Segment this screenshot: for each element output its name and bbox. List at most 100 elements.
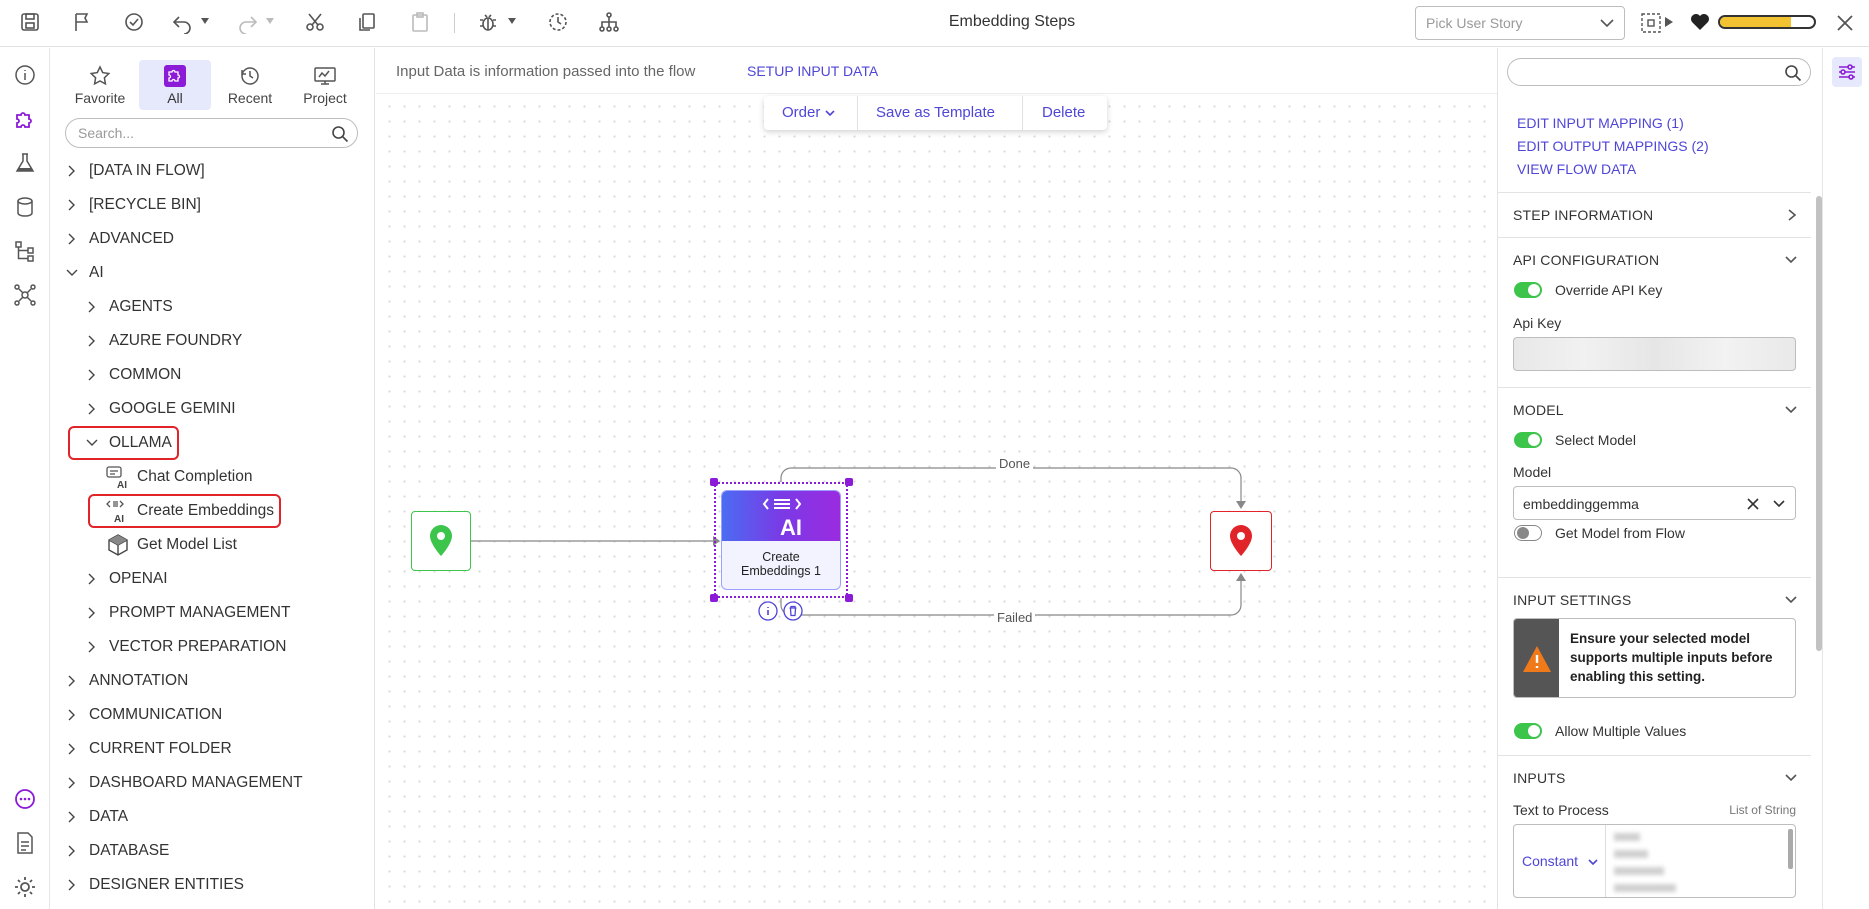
chevron-right-icon[interactable]: [65, 198, 79, 212]
tree-item[interactable]: VECTOR PREPARATION: [85, 630, 286, 664]
debug-icon[interactable]: [476, 10, 500, 34]
setup-input-data-link[interactable]: SETUP INPUT DATA: [747, 63, 878, 79]
copy-icon[interactable]: [355, 10, 379, 34]
save-as-template-button[interactable]: Save as Template: [876, 104, 995, 121]
info-icon[interactable]: [12, 62, 38, 88]
paste-icon[interactable]: [408, 10, 432, 34]
settings-gear-icon[interactable]: [12, 874, 38, 900]
network-icon[interactable]: [12, 282, 38, 308]
tree-item[interactable]: COMMON: [85, 358, 181, 392]
redo-caret-icon[interactable]: [266, 18, 274, 24]
edit-output-mappings-link[interactable]: EDIT OUTPUT MAPPINGS (2): [1517, 138, 1709, 154]
step-delete-icon[interactable]: [783, 601, 803, 621]
toolbox-search-input[interactable]: Search...: [65, 118, 358, 148]
flow-canvas[interactable]: Done Failed: [376, 48, 1497, 909]
chevron-right-icon[interactable]: [65, 708, 79, 722]
tab-project[interactable]: Project: [289, 60, 361, 110]
override-api-key-toggle[interactable]: [1514, 282, 1542, 298]
chevron-right-icon[interactable]: [85, 572, 99, 586]
tab-recent[interactable]: Recent: [214, 60, 286, 110]
tree-item[interactable]: DATABASE: [65, 834, 169, 868]
chevron-down-icon[interactable]: [1785, 774, 1797, 782]
chevron-right-icon[interactable]: [85, 640, 99, 654]
play-caret-icon[interactable]: [1665, 17, 1673, 27]
save-icon[interactable]: [18, 10, 42, 34]
tab-favorite[interactable]: Favorite: [64, 60, 136, 110]
step-information-section[interactable]: STEP INFORMATION: [1498, 192, 1811, 237]
allow-multiple-values-toggle[interactable]: [1514, 723, 1542, 739]
undo-caret-icon[interactable]: [201, 18, 209, 24]
tree-item[interactable]: AI: [65, 256, 104, 290]
toolbox-puzzle-icon[interactable]: [12, 106, 38, 132]
tree-item[interactable]: CURRENT FOLDER: [65, 732, 232, 766]
story-actions-icon[interactable]: [1640, 12, 1662, 34]
start-node[interactable]: [411, 511, 471, 571]
clear-icon[interactable]: [1747, 498, 1759, 510]
tree-item[interactable]: DESIGNER ENTITIES: [65, 868, 244, 902]
tree-item[interactable]: GOOGLE GEMINI: [85, 392, 236, 426]
chevron-right-icon[interactable]: [65, 844, 79, 858]
user-story-select[interactable]: Pick User Story: [1415, 6, 1625, 40]
tree-item[interactable]: DATA: [65, 800, 128, 834]
heart-icon[interactable]: [1690, 13, 1710, 31]
history-icon[interactable]: [546, 10, 570, 34]
tree-item[interactable]: AI Create Embeddings: [88, 494, 281, 528]
close-icon[interactable]: [1836, 14, 1854, 32]
debug-caret-icon[interactable]: [508, 18, 516, 24]
redo-icon[interactable]: [236, 10, 260, 34]
tree-item[interactable]: PROMPT MANAGEMENT: [85, 596, 290, 630]
chevron-right-icon[interactable]: [85, 334, 99, 348]
chevron-down-icon[interactable]: [1785, 406, 1797, 414]
api-key-input[interactable]: [1513, 337, 1796, 371]
chevron-right-icon[interactable]: [85, 606, 99, 620]
text-to-process-field[interactable]: Constant: [1513, 824, 1796, 898]
chevron-right-icon[interactable]: [65, 878, 79, 892]
cut-icon[interactable]: [303, 10, 327, 34]
chevron-down-icon[interactable]: [1773, 500, 1785, 508]
validate-icon[interactable]: [122, 10, 146, 34]
undo-icon[interactable]: [170, 10, 194, 34]
tree-item[interactable]: DASHBOARD MANAGEMENT: [65, 766, 303, 800]
chevron-down-icon[interactable]: [1785, 596, 1797, 604]
chevron-right-icon[interactable]: [65, 674, 79, 688]
chevron-right-icon[interactable]: [85, 402, 99, 416]
properties-search-input[interactable]: [1507, 58, 1811, 86]
flask-icon[interactable]: [12, 150, 38, 176]
order-button[interactable]: Order: [782, 104, 835, 121]
create-embeddings-step[interactable]: AI Create Embeddings 1: [721, 490, 841, 590]
chevron-right-icon[interactable]: [65, 232, 79, 246]
selection-handle[interactable]: [845, 594, 853, 602]
delete-button[interactable]: Delete: [1042, 104, 1085, 121]
chevron-right-icon[interactable]: [65, 742, 79, 756]
tree-item[interactable]: AZURE FOUNDRY: [85, 324, 242, 358]
model-select[interactable]: embeddinggemma: [1513, 486, 1796, 520]
tree-item[interactable]: OLLAMA: [68, 426, 179, 460]
get-model-from-flow-toggle[interactable]: [1514, 525, 1542, 541]
database-icon[interactable]: [12, 194, 38, 220]
selection-handle[interactable]: [710, 478, 718, 486]
tree-item[interactable]: COMMUNICATION: [65, 698, 222, 732]
tree-item[interactable]: [RECYCLE BIN]: [65, 188, 201, 222]
tree-item[interactable]: OPENAI: [85, 562, 168, 596]
flag-icon[interactable]: [70, 10, 94, 34]
edit-input-mapping-link[interactable]: EDIT INPUT MAPPING (1): [1517, 115, 1684, 131]
tree-item[interactable]: Get Model List: [105, 528, 237, 562]
select-model-toggle[interactable]: [1514, 432, 1542, 448]
hierarchy-icon[interactable]: [597, 10, 621, 34]
view-flow-data-link[interactable]: VIEW FLOW DATA: [1517, 161, 1636, 177]
tab-all[interactable]: All: [139, 60, 211, 110]
chevron-right-icon[interactable]: [85, 368, 99, 382]
chevron-right-icon[interactable]: [65, 776, 79, 790]
end-node[interactable]: [1210, 511, 1272, 571]
chevron-down-icon[interactable]: [1785, 256, 1797, 264]
tree-item[interactable]: [DATA IN FLOW]: [65, 154, 205, 188]
chevron-right-icon[interactable]: [65, 164, 79, 178]
input-mode-select[interactable]: Constant: [1514, 825, 1606, 897]
tree-item[interactable]: AGENTS: [85, 290, 173, 324]
tree-item[interactable]: ADVANCED: [65, 222, 174, 256]
document-icon[interactable]: [12, 830, 38, 856]
selection-handle[interactable]: [845, 478, 853, 486]
field-scrollbar[interactable]: [1788, 829, 1793, 869]
chevron-right-icon[interactable]: [85, 300, 99, 314]
chevron-down-icon[interactable]: [85, 436, 99, 450]
